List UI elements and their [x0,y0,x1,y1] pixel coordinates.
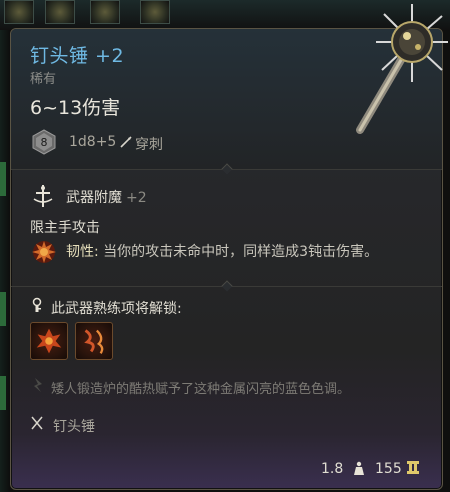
damage-type: 穿刺 [135,137,163,153]
background-marker [0,162,6,196]
weight-icon [354,461,364,475]
damage-dice: 1d8+5 [69,134,117,150]
die-value: 8 [41,136,48,149]
item-rarity: 稀有 [30,72,57,87]
d8-die-icon: 8 [32,129,56,155]
enchant-restriction: 限主手攻击 [30,220,100,236]
enchant-name: 武器附魔 [66,190,122,206]
enchant-title: 武器附魔 +2 [66,187,147,207]
toughness-description: 韧性: 当你的攻击未命中时，同样造成3钝击伤害。 [66,241,378,261]
crossed-weapons-icon [31,416,43,430]
proficiency-skill-1[interactable] [30,322,68,360]
weapon-class: 钉头锤 [53,419,95,435]
hotbar-slot [4,0,34,24]
divider-notch [221,280,233,292]
hotbar-slot [45,0,75,24]
proficiency-label: 此武器熟练项将解锁: [51,301,182,317]
enchant-bonus: +2 [126,190,147,206]
weapon-enchant-icon [33,185,53,207]
item-name: 钉头锤 +2 [30,45,125,67]
proficiency-skill-2[interactable] [75,322,113,360]
item-weight: 1.8 [321,461,344,477]
lore-description: 矮人锻造炉的酷热赋予了这种金属闪亮的蓝色色调。 [51,382,351,397]
skill-icon-1 [36,328,62,354]
gold-coin-icon [407,461,419,474]
toughness-icon [32,241,56,263]
toughness-effect: 当你的攻击未命中时，同样造成3钝击伤害。 [98,244,379,260]
skill-icon-2 [84,329,104,354]
item-price: 155 [375,461,402,477]
hotbar-slot [90,0,120,24]
piercing-icon [120,136,132,148]
item-damage: 6~13伤害 [30,97,121,119]
hotbar-slot [140,0,170,24]
background-sidebar [0,30,10,492]
toughness-label: 韧性: [66,244,99,260]
morningstar-item-image [356,4,448,134]
unlock-icon [32,297,42,312]
lore-icon [34,378,42,392]
background-marker [0,292,6,326]
background-marker [0,376,6,410]
